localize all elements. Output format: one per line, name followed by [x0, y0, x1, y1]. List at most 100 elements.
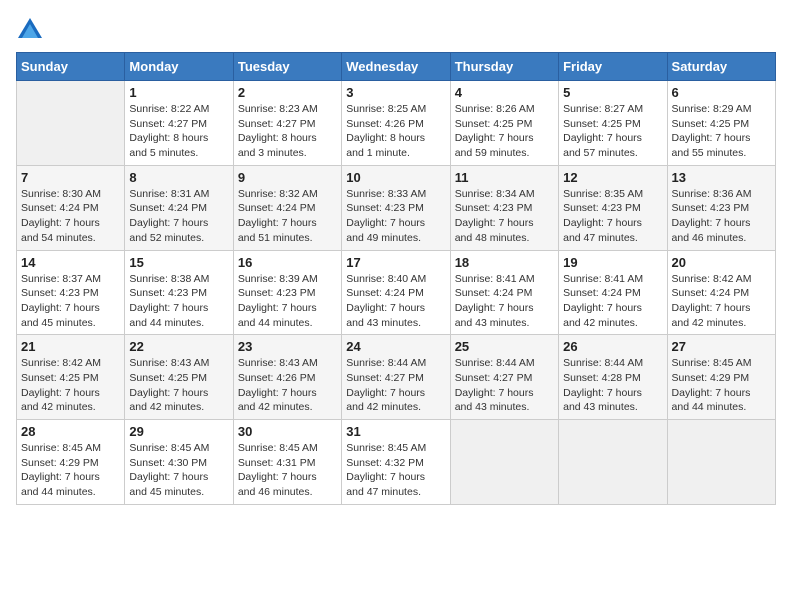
day-number: 4 [455, 85, 554, 100]
header-sunday: Sunday [17, 53, 125, 81]
day-cell: 24 Sunrise: 8:44 AMSunset: 4:27 PMDayligh… [342, 335, 450, 420]
calendar-header-row: SundayMondayTuesdayWednesdayThursdayFrid… [17, 53, 776, 81]
day-number: 12 [563, 170, 662, 185]
day-number: 24 [346, 339, 445, 354]
day-cell: 9Sunrise: 8:32 AMSunset: 4:24 PMDaylight… [233, 165, 341, 250]
day-info: Sunrise: 8:45 AMSunset: 4:29 PMDaylight:… [21, 441, 120, 500]
week-row-3: 21 Sunrise: 8:42 AMSunset: 4:25 PMDayligh… [17, 335, 776, 420]
day-info: Sunrise: 8:37 AMSunset: 4:23 PMDaylight:… [21, 272, 120, 331]
day-info: Sunrise: 8:45 AMSunset: 4:30 PMDaylight:… [129, 441, 228, 500]
day-number: 28 [21, 424, 120, 439]
day-number: 2 [238, 85, 337, 100]
day-cell: 2 Sunrise: 8:23 AMSunset: 4:27 PMDaylight… [233, 81, 341, 166]
day-cell: 10 Sunrise: 8:33 AMSunset: 4:23 PMDayligh… [342, 165, 450, 250]
day-number: 23 [238, 339, 337, 354]
day-cell: 14 Sunrise: 8:37 AMSunset: 4:23 PMDayligh… [17, 250, 125, 335]
day-info: Sunrise: 8:27 AMSunset: 4:25 PMDaylight:… [563, 102, 662, 161]
day-cell: 30 Sunrise: 8:45 AMSunset: 4:31 PMDayligh… [233, 420, 341, 505]
day-info: Sunrise: 8:29 AMSunset: 4:25 PMDaylight:… [672, 102, 771, 161]
header-wednesday: Wednesday [342, 53, 450, 81]
day-info: Sunrise: 8:44 AMSunset: 4:27 PMDaylight:… [346, 356, 445, 415]
day-number: 27 [672, 339, 771, 354]
day-cell: 21 Sunrise: 8:42 AMSunset: 4:25 PMDayligh… [17, 335, 125, 420]
day-cell [667, 420, 775, 505]
day-info: Sunrise: 8:30 AMSunset: 4:24 PMDaylight:… [21, 187, 120, 246]
day-info: Sunrise: 8:25 AMSunset: 4:26 PMDaylight:… [346, 102, 445, 161]
day-cell: 20Sunrise: 8:42 AMSunset: 4:24 PMDayligh… [667, 250, 775, 335]
day-number: 7 [21, 170, 120, 185]
day-cell: 29 Sunrise: 8:45 AMSunset: 4:30 PMDayligh… [125, 420, 233, 505]
day-number: 1 [129, 85, 228, 100]
day-number: 15 [129, 255, 228, 270]
day-info: Sunrise: 8:38 AMSunset: 4:23 PMDaylight:… [129, 272, 228, 331]
day-cell: 28 Sunrise: 8:45 AMSunset: 4:29 PMDayligh… [17, 420, 125, 505]
day-info: Sunrise: 8:34 AMSunset: 4:23 PMDaylight:… [455, 187, 554, 246]
header-saturday: Saturday [667, 53, 775, 81]
day-info: Sunrise: 8:44 AMSunset: 4:28 PMDaylight:… [563, 356, 662, 415]
day-info: Sunrise: 8:26 AMSunset: 4:25 PMDaylight:… [455, 102, 554, 161]
day-cell: 31 Sunrise: 8:45 AMSunset: 4:32 PMDayligh… [342, 420, 450, 505]
day-number: 5 [563, 85, 662, 100]
logo [16, 16, 48, 44]
day-number: 3 [346, 85, 445, 100]
day-info: Sunrise: 8:43 AMSunset: 4:26 PMDaylight:… [238, 356, 337, 415]
day-info: Sunrise: 8:45 AMSunset: 4:32 PMDaylight:… [346, 441, 445, 500]
day-cell: 22 Sunrise: 8:43 AMSunset: 4:25 PMDayligh… [125, 335, 233, 420]
day-number: 22 [129, 339, 228, 354]
day-info: Sunrise: 8:36 AMSunset: 4:23 PMDaylight:… [672, 187, 771, 246]
day-info: Sunrise: 8:42 AMSunset: 4:25 PMDaylight:… [21, 356, 120, 415]
day-info: Sunrise: 8:35 AMSunset: 4:23 PMDaylight:… [563, 187, 662, 246]
week-row-2: 14 Sunrise: 8:37 AMSunset: 4:23 PMDayligh… [17, 250, 776, 335]
day-number: 6 [672, 85, 771, 100]
day-cell: 5 Sunrise: 8:27 AMSunset: 4:25 PMDaylight… [559, 81, 667, 166]
day-cell: 27Sunrise: 8:45 AMSunset: 4:29 PMDayligh… [667, 335, 775, 420]
day-info: Sunrise: 8:39 AMSunset: 4:23 PMDaylight:… [238, 272, 337, 331]
day-number: 18 [455, 255, 554, 270]
week-row-4: 28 Sunrise: 8:45 AMSunset: 4:29 PMDayligh… [17, 420, 776, 505]
day-cell: 26 Sunrise: 8:44 AMSunset: 4:28 PMDayligh… [559, 335, 667, 420]
day-number: 29 [129, 424, 228, 439]
day-cell: 18 Sunrise: 8:41 AMSunset: 4:24 PMDayligh… [450, 250, 558, 335]
day-number: 13 [672, 170, 771, 185]
day-info: Sunrise: 8:22 AMSunset: 4:27 PMDaylight:… [129, 102, 228, 161]
day-number: 14 [21, 255, 120, 270]
day-number: 25 [455, 339, 554, 354]
day-number: 31 [346, 424, 445, 439]
day-info: Sunrise: 8:23 AMSunset: 4:27 PMDaylight:… [238, 102, 337, 161]
page-header [16, 16, 776, 44]
day-number: 19 [563, 255, 662, 270]
header-tuesday: Tuesday [233, 53, 341, 81]
day-info: Sunrise: 8:45 AMSunset: 4:31 PMDaylight:… [238, 441, 337, 500]
day-info: Sunrise: 8:44 AMSunset: 4:27 PMDaylight:… [455, 356, 554, 415]
day-number: 16 [238, 255, 337, 270]
day-cell [559, 420, 667, 505]
day-cell: 15 Sunrise: 8:38 AMSunset: 4:23 PMDayligh… [125, 250, 233, 335]
day-cell [17, 81, 125, 166]
day-number: 20 [672, 255, 771, 270]
header-thursday: Thursday [450, 53, 558, 81]
day-number: 30 [238, 424, 337, 439]
day-cell: 17Sunrise: 8:40 AMSunset: 4:24 PMDayligh… [342, 250, 450, 335]
logo-icon [16, 16, 44, 44]
day-number: 10 [346, 170, 445, 185]
day-number: 8 [129, 170, 228, 185]
header-monday: Monday [125, 53, 233, 81]
day-cell: 4 Sunrise: 8:26 AMSunset: 4:25 PMDaylight… [450, 81, 558, 166]
day-info: Sunrise: 8:41 AMSunset: 4:24 PMDaylight:… [455, 272, 554, 331]
day-number: 11 [455, 170, 554, 185]
day-cell: 8 Sunrise: 8:31 AMSunset: 4:24 PMDaylight… [125, 165, 233, 250]
day-info: Sunrise: 8:40 AMSunset: 4:24 PMDaylight:… [346, 272, 445, 331]
day-info: Sunrise: 8:33 AMSunset: 4:23 PMDaylight:… [346, 187, 445, 246]
day-cell: 19 Sunrise: 8:41 AMSunset: 4:24 PMDayligh… [559, 250, 667, 335]
day-cell: 25 Sunrise: 8:44 AMSunset: 4:27 PMDayligh… [450, 335, 558, 420]
day-number: 26 [563, 339, 662, 354]
day-number: 21 [21, 339, 120, 354]
day-info: Sunrise: 8:41 AMSunset: 4:24 PMDaylight:… [563, 272, 662, 331]
day-info: Sunrise: 8:43 AMSunset: 4:25 PMDaylight:… [129, 356, 228, 415]
day-cell: 7 Sunrise: 8:30 AMSunset: 4:24 PMDaylight… [17, 165, 125, 250]
day-cell [450, 420, 558, 505]
day-info: Sunrise: 8:31 AMSunset: 4:24 PMDaylight:… [129, 187, 228, 246]
day-cell: 3 Sunrise: 8:25 AMSunset: 4:26 PMDaylight… [342, 81, 450, 166]
day-info: Sunrise: 8:32 AMSunset: 4:24 PMDaylight:… [238, 187, 337, 246]
day-cell: 11 Sunrise: 8:34 AMSunset: 4:23 PMDayligh… [450, 165, 558, 250]
